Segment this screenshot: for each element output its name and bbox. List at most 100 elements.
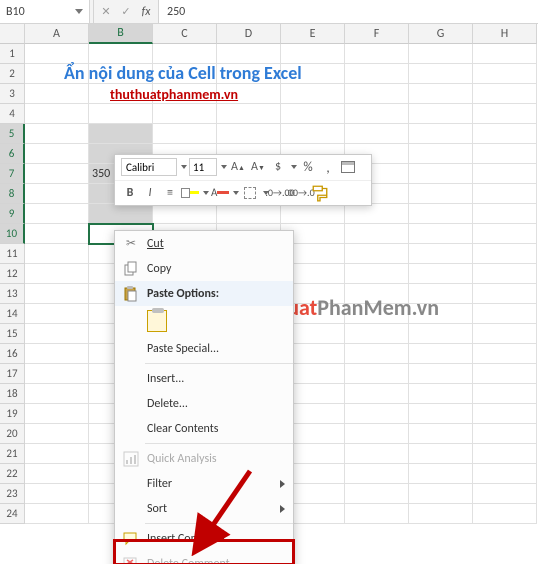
row-header[interactable]: 6 [0, 144, 25, 164]
cell-B1[interactable] [89, 44, 153, 64]
cell-G24[interactable] [409, 504, 473, 524]
row-header[interactable]: 9 [0, 204, 25, 224]
cell-H1[interactable] [473, 44, 537, 64]
cell-B3[interactable] [89, 84, 153, 104]
cell-A4[interactable] [25, 104, 89, 124]
cell-D3[interactable] [217, 84, 281, 104]
cell-F20[interactable] [345, 424, 409, 444]
row-header[interactable]: 13 [0, 284, 25, 304]
cell-A16[interactable] [25, 344, 89, 364]
cell-F12[interactable] [345, 264, 409, 284]
cell-A10[interactable] [25, 224, 89, 244]
cell-H3[interactable] [473, 84, 537, 104]
cell-H20[interactable] [473, 424, 537, 444]
cell-G8[interactable] [409, 184, 473, 204]
format-painter-button[interactable] [311, 184, 329, 202]
cell-A7[interactable] [25, 164, 89, 184]
cell-F4[interactable] [345, 104, 409, 124]
cell-E9[interactable] [281, 204, 345, 224]
cell-G19[interactable] [409, 404, 473, 424]
row-header[interactable]: 14 [0, 304, 25, 324]
border-button[interactable] [241, 184, 259, 202]
cell-G5[interactable] [409, 124, 473, 144]
cell-F16[interactable] [345, 344, 409, 364]
cell-A15[interactable] [25, 324, 89, 344]
cell-G12[interactable] [409, 264, 473, 284]
col-header-g[interactable]: G [409, 24, 473, 44]
row-header[interactable]: 3 [0, 84, 25, 104]
row-header[interactable]: 19 [0, 404, 25, 424]
row-header[interactable]: 8 [0, 184, 25, 204]
row-header[interactable]: 16 [0, 344, 25, 364]
font-family-select[interactable]: Calibri [121, 158, 177, 176]
cell-G20[interactable] [409, 424, 473, 444]
cell-A9[interactable] [25, 204, 89, 224]
cell-A2[interactable] [25, 64, 89, 84]
cell-A21[interactable] [25, 444, 89, 464]
decimal-dec-button[interactable]: .00→.0 [291, 184, 309, 202]
cell-G4[interactable] [409, 104, 473, 124]
formula-bar[interactable]: 250 [159, 0, 538, 23]
cell-H2[interactable] [473, 64, 537, 84]
name-box[interactable]: B10 [0, 0, 90, 23]
cell-A12[interactable] [25, 264, 89, 284]
cell-H12[interactable] [473, 264, 537, 284]
cell-F1[interactable] [345, 44, 409, 64]
ctx-insert-comment[interactable]: Insert Comment [115, 526, 293, 551]
cell-F9[interactable] [345, 204, 409, 224]
font-size-select[interactable]: 11 [189, 158, 217, 176]
cell-E3[interactable] [281, 84, 345, 104]
cell-H18[interactable] [473, 384, 537, 404]
cell-F23[interactable] [345, 484, 409, 504]
col-header-d[interactable]: D [217, 24, 281, 44]
cell-H7[interactable] [473, 164, 537, 184]
ctx-insert[interactable]: Insert... [115, 366, 293, 391]
cell-F24[interactable] [345, 504, 409, 524]
cell-H8[interactable] [473, 184, 537, 204]
cell-A3[interactable] [25, 84, 89, 104]
cell-G11[interactable] [409, 244, 473, 264]
cell-H6[interactable] [473, 144, 537, 164]
row-header[interactable]: 18 [0, 384, 25, 404]
percent-format-button[interactable]: % [299, 158, 317, 176]
ctx-paste-default[interactable] [115, 306, 293, 336]
col-header-c[interactable]: C [153, 24, 217, 44]
cell-E5[interactable] [281, 124, 345, 144]
comma-format-button[interactable]: , [319, 158, 337, 176]
cell-E4[interactable] [281, 104, 345, 124]
cell-G2[interactable] [409, 64, 473, 84]
cell-H10[interactable] [473, 224, 537, 244]
ctx-copy[interactable]: Copy [115, 256, 293, 281]
cell-B5[interactable] [89, 124, 153, 144]
ctx-cut[interactable]: ✂Cut [115, 231, 293, 256]
row-header[interactable]: 1 [0, 44, 25, 64]
cell-G13[interactable] [409, 284, 473, 304]
cell-C9[interactable] [153, 204, 217, 224]
cell-H13[interactable] [473, 284, 537, 304]
cell-G3[interactable] [409, 84, 473, 104]
cell-A8[interactable] [25, 184, 89, 204]
cell-H11[interactable] [473, 244, 537, 264]
row-header[interactable]: 21 [0, 444, 25, 464]
cell-A18[interactable] [25, 384, 89, 404]
cell-D4[interactable] [217, 104, 281, 124]
decrease-font-button[interactable]: A▼ [249, 158, 267, 176]
fx-icon[interactable]: fx [138, 5, 154, 19]
cell-D2[interactable] [217, 64, 281, 84]
col-header-h[interactable]: H [473, 24, 537, 44]
row-header[interactable]: 2 [0, 64, 25, 84]
col-header-e[interactable]: E [281, 24, 345, 44]
cell-C3[interactable] [153, 84, 217, 104]
cell-A1[interactable] [25, 44, 89, 64]
cell-G15[interactable] [409, 324, 473, 344]
ctx-delete[interactable]: Delete... [115, 391, 293, 416]
row-header[interactable]: 23 [0, 484, 25, 504]
cell-C2[interactable] [153, 64, 217, 84]
cell-G21[interactable] [409, 444, 473, 464]
row-header[interactable]: 15 [0, 324, 25, 344]
row-header[interactable]: 7 [0, 164, 25, 184]
cell-H16[interactable] [473, 344, 537, 364]
row-header[interactable]: 24 [0, 504, 25, 524]
cell-H9[interactable] [473, 204, 537, 224]
cell-F17[interactable] [345, 364, 409, 384]
